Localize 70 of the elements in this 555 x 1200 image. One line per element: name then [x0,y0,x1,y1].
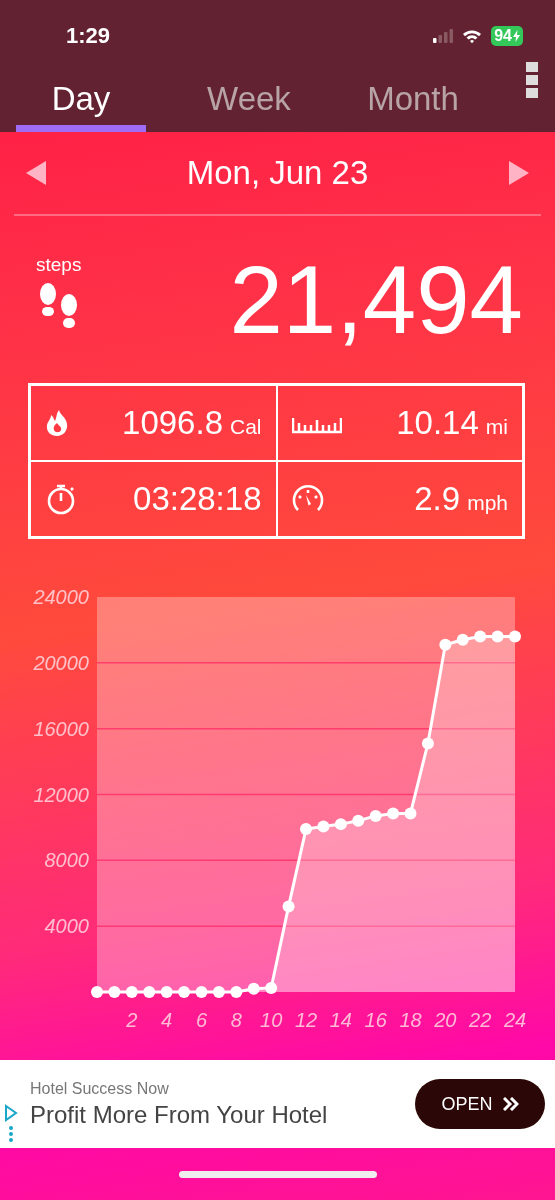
y-axis-label: 12000 [33,783,89,806]
data-point [404,807,417,820]
signal-icon [433,29,454,43]
data-point [230,986,243,998]
x-axis-label: 10 [260,1009,283,1031]
x-axis-label: 24 [503,1009,527,1031]
tab[interactable]: Day [16,72,146,132]
stat-value: 1096.8 [122,404,223,441]
x-axis-label: 2 [126,1009,138,1031]
data-point [282,900,295,913]
stat-value: 10.14 [396,404,479,441]
data-point [195,986,208,998]
battery-indicator: 94 [491,26,523,46]
x-axis-label: 22 [469,1009,492,1031]
x-axis-label: 8 [230,1009,242,1031]
step-count: 21,494 [229,252,523,348]
data-point [509,630,521,643]
ad-info-icon [4,1104,18,1142]
ad-headline: Profit More From Your Hotel [30,1100,329,1129]
data-point [247,982,260,995]
previous-day-button[interactable] [26,161,46,185]
y-axis-label: 8000 [44,849,89,872]
data-point [265,981,278,994]
stat-value: 2.9 [414,480,461,517]
data-point [160,986,173,998]
x-axis-label: 4 [161,1009,173,1031]
data-point [317,820,330,833]
stat-value: 03:28:18 [133,480,262,517]
data-point [91,986,103,998]
data-point [143,986,156,998]
open-button[interactable]: OPEN [415,1079,545,1129]
x-axis-label: 14 [329,1009,352,1031]
y-axis-label: 4000 [44,915,89,938]
x-axis-label: 16 [364,1009,387,1031]
data-point [212,986,225,998]
double-chevron-icon [502,1097,519,1111]
data-point [456,633,469,646]
x-axis-label: 6 [195,1009,208,1031]
x-axis-label: 18 [399,1009,422,1031]
stat-unit: mi [485,415,508,438]
data-point [387,807,400,820]
x-axis-label: 12 [294,1009,318,1031]
data-point [421,737,434,750]
data-point [369,809,382,822]
data-point [300,823,312,836]
data-point [178,986,191,998]
data-point [108,986,121,998]
menu-icon[interactable] [526,62,538,98]
data-point [125,986,138,998]
y-axis-label: 20000 [33,651,89,674]
data-point [474,630,487,643]
date-label: Mon, Jun 23 [186,154,369,192]
x-axis-label: 20 [434,1009,457,1031]
stat-unit: Cal [230,415,262,438]
stopwatch-icon [45,483,77,515]
data-point [439,638,452,651]
steps-label: steps [36,254,82,276]
stat-unit: mph [467,491,508,514]
status-time: 1:29 [66,23,111,49]
data-point [334,818,347,831]
y-axis-label: 16000 [33,717,89,740]
flame-icon [45,409,69,437]
y-axis-label: 24000 [33,586,89,608]
data-point [352,814,365,827]
next-day-button[interactable] [509,161,529,185]
wifi-icon [462,28,483,44]
tab[interactable]: Month [348,72,478,132]
tab[interactable]: Week [174,72,324,132]
data-point [491,630,504,643]
advertiser-name: Hotel Success Now [30,1079,170,1098]
